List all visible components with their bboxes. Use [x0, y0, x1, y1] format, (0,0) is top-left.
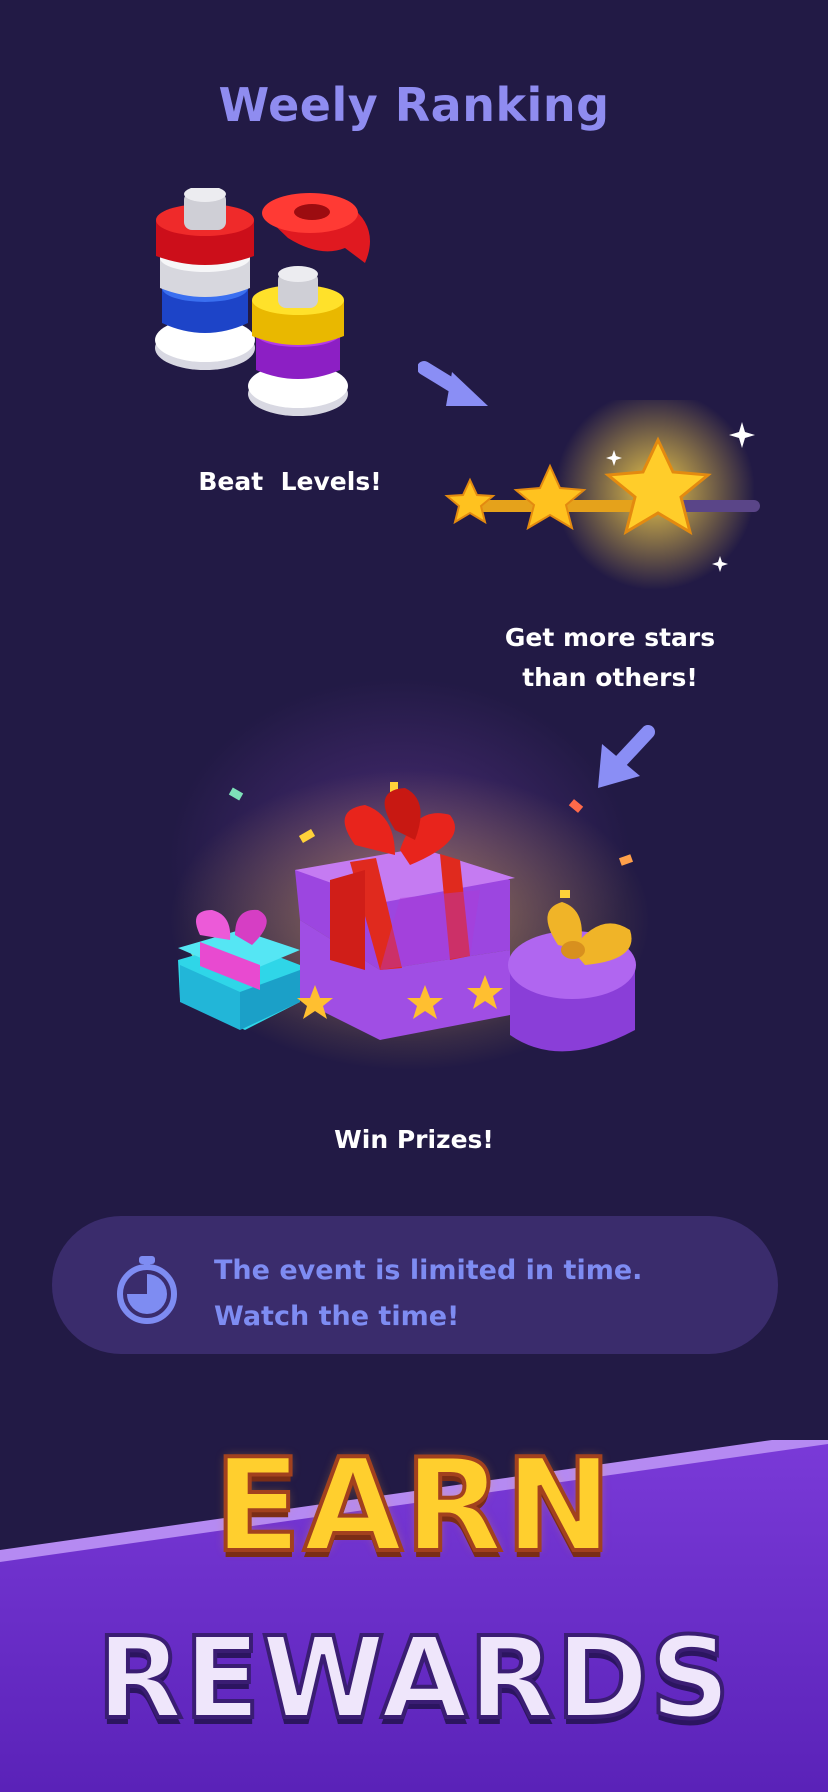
- event-time-notice-text: The event is limited in time. Watch the …: [214, 1248, 642, 1340]
- nuts-bolts-icon: [155, 188, 370, 416]
- step-stars-caption: Get more stars than others!: [470, 618, 750, 698]
- notice-line2: Watch the time!: [214, 1301, 460, 1332]
- step-stars-caption-line1: Get more stars: [504, 623, 716, 652]
- star-progress-icon: [444, 400, 760, 590]
- gift-boxes-icon: [170, 770, 650, 1070]
- banner-earn-text: EARN: [212, 1430, 615, 1583]
- step-beat-levels-caption: Beat Levels!: [198, 467, 382, 496]
- event-time-notice: The event is limited in time. Watch the …: [52, 1216, 778, 1354]
- step-win-prizes-caption: Win Prizes!: [334, 1125, 494, 1154]
- step-stars-caption-line2: than others!: [522, 663, 698, 692]
- stopwatch-icon: [117, 1256, 177, 1324]
- page-title: Weely Ranking: [218, 78, 610, 132]
- notice-line1: The event is limited in time.: [214, 1255, 643, 1286]
- banner-rewards-text: REWARDS: [95, 1612, 733, 1746]
